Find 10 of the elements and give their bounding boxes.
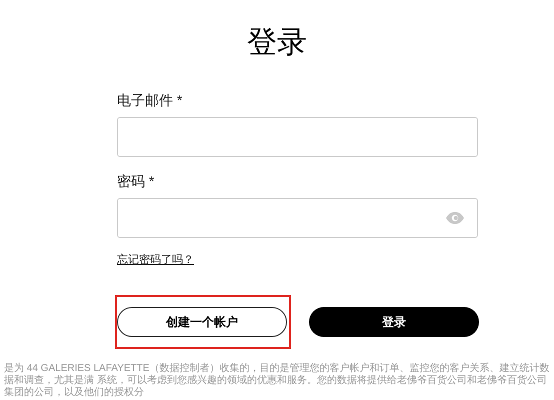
privacy-notice: 是为 44 GALERIES LAFAYETTE（数据控制者）收集的，目的是管理您的客户帐户和订单、监控您的客户关系、建立统计数据和调查，尤其是满 系统，可以考虑到您感兴趣的领域的优惠和服务。您的数据将提供给老佛爷百货公司和老佛爷百货公司集团的公司，以及他们的授权分 <box>3 362 550 398</box>
forgot-password-link[interactable]: 忘记密码了吗？ <box>117 252 194 268</box>
field-label: 电子邮件 * <box>117 91 182 110</box>
password-field[interactable] <box>117 198 478 238</box>
create-account-button[interactable]: 创建一个帐户 <box>117 306 287 336</box>
page-title: 登录 <box>247 28 307 58</box>
email-field[interactable] <box>117 117 478 157</box>
eye-icon[interactable] <box>445 211 465 225</box>
field-label: 密码 * <box>117 172 154 191</box>
login-button[interactable]: 登录 <box>309 306 479 336</box>
